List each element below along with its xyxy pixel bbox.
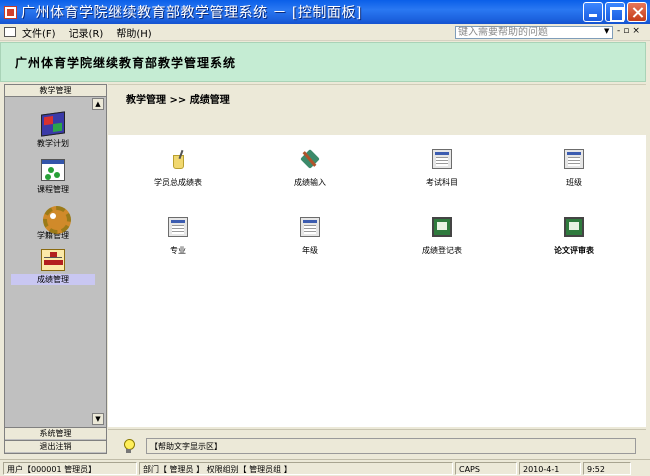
monitor-icon bbox=[432, 217, 452, 237]
form-icon bbox=[564, 149, 584, 169]
gear-icon bbox=[41, 205, 71, 234]
sidebar-logout[interactable]: 退出注销 bbox=[5, 440, 106, 452]
status-bar: 用户【000001 管理员】 部门【 管理员 】 权限组别【 管理员组 】 CA… bbox=[0, 459, 650, 476]
tile-label: 班级 bbox=[566, 178, 582, 187]
tile-label: 年级 bbox=[302, 246, 318, 255]
status-user: 用户【000001 管理员】 bbox=[3, 462, 137, 475]
tile-class[interactable]: 班级 bbox=[519, 149, 629, 188]
lightbulb-icon bbox=[122, 439, 135, 454]
mdi-window-controls[interactable]: -▫× bbox=[617, 26, 643, 36]
sidebar-item-label: 教学计划 bbox=[37, 139, 69, 148]
system-title: 广州体育学院继续教育部教学管理系统 bbox=[15, 56, 237, 70]
minimize-button[interactable] bbox=[583, 2, 603, 22]
sidebar-header-teaching[interactable]: 教学管理 bbox=[5, 85, 106, 97]
sidebar-item-enrollment[interactable]: 学籍管理 bbox=[11, 205, 95, 241]
main-content: 学员总成绩表 成绩输入 考试科目 班级 专业 年级 成绩登记表 论文评审表 bbox=[108, 135, 646, 427]
scroll-down-button[interactable]: ▼ bbox=[92, 413, 104, 425]
document-icon[interactable] bbox=[4, 27, 16, 37]
menu-record[interactable]: 记录(R) bbox=[69, 25, 104, 40]
scroll-up-button[interactable]: ▲ bbox=[92, 98, 104, 110]
help-search-input[interactable]: 键入需要帮助的问题 bbox=[455, 26, 613, 39]
sidebar-item-grades[interactable]: 成绩管理 bbox=[11, 249, 95, 285]
sidebar-item-course[interactable]: 课程管理 bbox=[11, 159, 95, 195]
window-controls bbox=[583, 2, 647, 22]
form-icon bbox=[300, 217, 320, 237]
tile-thesis-review[interactable]: 论文评审表 bbox=[519, 217, 629, 256]
status-date: 2010-4-1 bbox=[519, 462, 581, 475]
help-text-area: 【帮助文字显示区】 bbox=[146, 438, 636, 454]
tile-label: 考试科目 bbox=[426, 178, 458, 187]
tile-label: 学员总成绩表 bbox=[154, 178, 202, 187]
sidebar-item-label: 课程管理 bbox=[37, 185, 69, 194]
breadcrumb: 教学管理 >> 成绩管理 bbox=[126, 95, 230, 106]
app-icon[interactable] bbox=[4, 5, 17, 19]
form-icon bbox=[168, 217, 188, 237]
form-icon bbox=[432, 149, 452, 169]
menu-file[interactable]: 文件(F) bbox=[22, 25, 56, 40]
chevron-down-icon[interactable]: ▼ bbox=[604, 27, 609, 35]
tile-label: 成绩登记表 bbox=[422, 246, 462, 255]
tile-label: 成绩输入 bbox=[294, 178, 326, 187]
sidebar-item-label: 成绩管理 bbox=[11, 274, 95, 285]
tile-grade-register[interactable]: 成绩登记表 bbox=[387, 217, 497, 256]
cube-icon bbox=[41, 111, 65, 137]
monitor-icon bbox=[564, 217, 584, 237]
tile-exam-subjects[interactable]: 考试科目 bbox=[387, 149, 497, 188]
title-bar: 广州体育学院继续教育部教学管理系统 － [控制面板] bbox=[0, 0, 650, 24]
menu-bar: 文件(F) 记录(R) 帮助(H) 键入需要帮助的问题 ▼ -▫× bbox=[0, 24, 650, 41]
status-caps: CAPS bbox=[455, 462, 517, 475]
status-time: 9:52 bbox=[583, 462, 631, 475]
breadcrumb-band: 教学管理 >> 成绩管理 bbox=[108, 84, 646, 135]
status-department: 部门【 管理员 】 权限组别【 管理员组 】 bbox=[139, 462, 453, 475]
maximize-button[interactable] bbox=[605, 2, 625, 22]
sidebar-item-teaching-plan[interactable]: 教学计划 bbox=[11, 111, 95, 149]
trophy-cup-icon bbox=[168, 149, 188, 169]
close-button[interactable] bbox=[627, 2, 647, 22]
tile-label: 专业 bbox=[170, 246, 186, 255]
help-bar: 【帮助文字显示区】 bbox=[108, 429, 646, 458]
tile-student-total-grades[interactable]: 学员总成绩表 bbox=[123, 149, 233, 188]
window-title: 广州体育学院继续教育部教学管理系统 － [控制面板] bbox=[21, 5, 362, 21]
dots-icon bbox=[41, 159, 65, 181]
org-chart-icon bbox=[41, 249, 65, 271]
tile-label: 论文评审表 bbox=[554, 246, 594, 255]
tile-major[interactable]: 专业 bbox=[123, 217, 233, 256]
header-band: 广州体育学院继续教育部教学管理系统 bbox=[0, 42, 646, 82]
menu-help[interactable]: 帮助(H) bbox=[116, 25, 151, 40]
tools-icon bbox=[300, 149, 320, 169]
sidebar: 教学管理 ▲ 教学计划 课程管理 学籍管理 成绩管理 ▼ 系统管理 退出注销 bbox=[4, 84, 107, 454]
sidebar-system-admin[interactable]: 系统管理 bbox=[5, 427, 106, 439]
tile-grade-input[interactable]: 成绩输入 bbox=[255, 149, 365, 188]
tile-grade-year[interactable]: 年级 bbox=[255, 217, 365, 256]
